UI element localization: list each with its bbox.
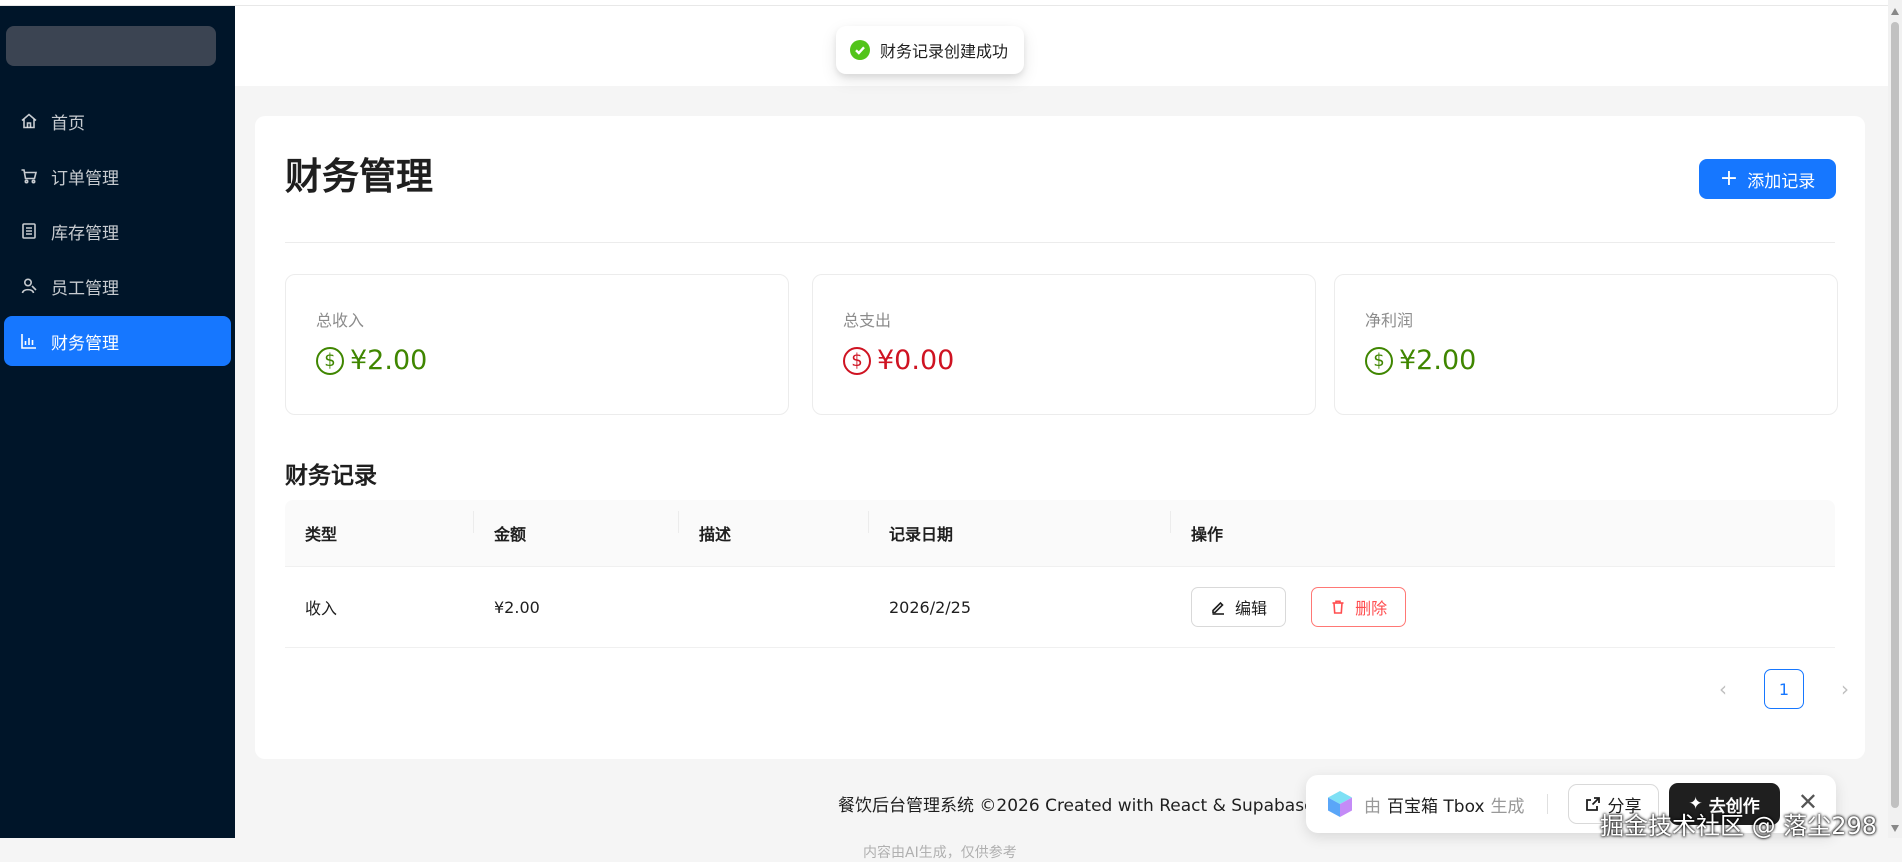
share-icon [1585, 797, 1600, 811]
sidebar-item-label: 财务管理 [51, 333, 119, 354]
stat-value-text: ¥2.00 [1399, 345, 1477, 376]
footer-text: 餐饮后台管理系统 ©2026 Created with React & Supa… [838, 796, 1315, 816]
records-table: 类型 金额 描述 记录日期 操作 收入 ¥2.00 2026/2/25 编辑 删… [285, 500, 1835, 648]
scrollbar[interactable] [1888, 0, 1902, 838]
tbox-separator [1546, 794, 1548, 814]
chevron-left-icon[interactable]: ‹ [1703, 669, 1743, 709]
sidebar-item-orders[interactable]: 订单管理 [4, 151, 231, 201]
stat-value: $ ¥2.00 [316, 345, 427, 376]
bar-chart-icon [20, 332, 38, 350]
cart-icon [20, 167, 38, 185]
pagination: ‹ 1 › [1703, 669, 1865, 709]
scroll-down-icon[interactable] [1891, 825, 1899, 832]
page-number[interactable]: 1 [1764, 669, 1804, 709]
dollar-icon: $ [1365, 346, 1393, 375]
cell-amount: ¥2.00 [494, 597, 540, 617]
divider [285, 242, 1835, 243]
add-record-button[interactable]: + 添加记录 [1699, 159, 1836, 199]
sidebar-item-home[interactable]: 首页 [4, 96, 231, 146]
cell-type: 收入 [305, 599, 338, 618]
sidebar-item-label: 首页 [51, 113, 85, 134]
tbox-by: 由 [1364, 796, 1381, 817]
sidebar-item-finance[interactable]: 财务管理 [4, 316, 231, 366]
trash-icon [1332, 600, 1344, 614]
finance-card: 财务管理 + 添加记录 总收入 $ ¥2.00 总支出 $ ¥0.00 净利润 … [255, 116, 1865, 759]
edit-icon [1212, 601, 1224, 615]
scroll-up-icon[interactable] [1891, 8, 1899, 15]
watermark: 掘金技术社区 @ 落尘298 [1600, 812, 1878, 840]
stat-value: $ ¥2.00 [1365, 345, 1476, 376]
header-description: 描述 [679, 511, 869, 545]
home-icon [20, 112, 38, 130]
cell-actions: 编辑 删除 [1171, 587, 1835, 627]
header-actions: 操作 [1191, 525, 1224, 544]
stat-value: $ ¥0.00 [843, 345, 954, 376]
delete-button[interactable]: 删除 [1311, 587, 1407, 627]
stat-value-text: ¥2.00 [350, 345, 428, 376]
edit-button[interactable]: 编辑 [1191, 587, 1287, 627]
stat-value-text: ¥0.00 [877, 345, 955, 376]
sidebar-item-staff[interactable]: 员工管理 [4, 261, 231, 311]
success-toast: 财务记录创建成功 [836, 26, 1025, 74]
toast-message: 财务记录创建成功 [880, 42, 1009, 61]
page-title: 财务管理 [285, 155, 433, 198]
records-title: 财务记录 [285, 463, 377, 489]
inventory-icon [20, 222, 38, 240]
delete-label: 删除 [1355, 599, 1388, 618]
header-date: 记录日期 [869, 511, 1171, 545]
tbox-brand: 百宝箱 Tbox [1387, 796, 1485, 817]
dollar-icon: $ [843, 346, 871, 375]
scrollbar-thumb[interactable] [1891, 22, 1899, 808]
add-record-label: 添加记录 [1747, 171, 1816, 192]
edit-label: 编辑 [1235, 599, 1268, 618]
dollar-icon: $ [316, 346, 344, 375]
sidebar: 首页 订单管理 库存管理 员工管理 财务管理 [0, 6, 235, 838]
stat-card-profit: 净利润 $ ¥2.00 [1334, 274, 1838, 415]
stat-card-expense: 总支出 $ ¥0.00 [812, 274, 1316, 415]
sidebar-menu: 首页 订单管理 库存管理 员工管理 财务管理 [0, 96, 235, 371]
header-type: 类型 [285, 511, 474, 545]
sidebar-item-label: 库存管理 [51, 223, 119, 244]
table-row: 收入 ¥2.00 2026/2/25 编辑 删除 [285, 567, 1835, 648]
header-amount: 金额 [474, 511, 679, 545]
tbox-cube-icon [1328, 791, 1352, 817]
plus-icon: + [1719, 166, 1739, 191]
stat-label: 总收入 [316, 311, 365, 330]
chevron-right-icon[interactable]: › [1825, 669, 1865, 709]
sidebar-item-label: 员工管理 [51, 278, 119, 299]
cell-date: 2026/2/25 [889, 597, 972, 617]
sidebar-item-label: 订单管理 [51, 168, 119, 189]
check-circle-icon [850, 40, 870, 60]
sidebar-item-inventory[interactable]: 库存管理 [4, 206, 231, 256]
table-header: 类型 金额 描述 记录日期 操作 [285, 500, 1835, 567]
user-icon [20, 277, 38, 295]
stat-label: 总支出 [843, 311, 892, 330]
ai-generated-note: 内容由AI生成，仅供参考 [863, 845, 1017, 861]
stat-card-income: 总收入 $ ¥2.00 [285, 274, 789, 415]
header-bar [235, 6, 1888, 86]
logo-placeholder [6, 26, 216, 66]
stat-label: 净利润 [1365, 311, 1414, 330]
tbox-generated: 生成 [1490, 796, 1525, 817]
